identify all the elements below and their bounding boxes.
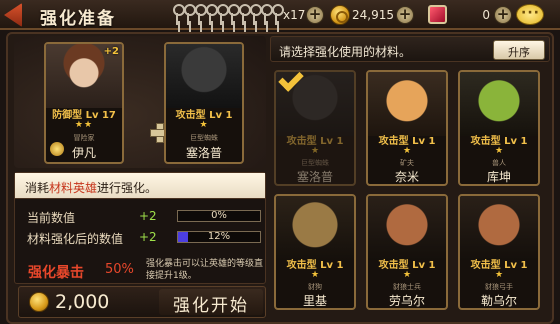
key-icon (249, 4, 262, 26)
keys-count: x17 (283, 8, 306, 22)
material-type: 攻击型 Lv 1 (175, 110, 233, 121)
material-stars: ★ (310, 146, 320, 156)
material-type: 攻击型 Lv 1 (378, 136, 436, 147)
current-value-label: 当前数值 (27, 211, 76, 225)
key-icon (260, 4, 273, 26)
ruby-icon (428, 5, 447, 24)
material-type: 攻击型 Lv 1 (286, 136, 344, 147)
materials-prompt: 请选择强化使用的材料。 (279, 45, 412, 59)
material-stars: ★ (402, 270, 412, 280)
back-arrow-icon[interactable] (4, 3, 22, 27)
material-portrait (276, 196, 354, 260)
add-rubies-button[interactable]: + (494, 6, 512, 24)
chat-icon[interactable] (516, 4, 544, 25)
bottom-bar: 2,000 强化开始 (18, 286, 266, 318)
coin-count: 24,915 (352, 8, 394, 22)
key-icon (216, 4, 229, 26)
material-portrait (368, 72, 446, 136)
material-type: 攻击型 Lv 1 (286, 260, 344, 271)
ruby-count: 0 (482, 8, 490, 22)
current-value-row: 当前数值 +2 (27, 209, 157, 226)
material-name: 库坤 (486, 170, 511, 184)
hero-level-bonus: +2 (103, 46, 119, 57)
crit-label: 强化暴击 (28, 265, 84, 281)
enhance-slots: +2 防御型 Lv 17 ★★ 冒险家 伊凡 攻击型 Lv 1 ★ 巨型蜘蛛 塞… (14, 36, 266, 168)
key-icon (183, 4, 196, 26)
hero-type: 防御型 Lv 17 (52, 110, 116, 121)
material-stars: ★ (310, 270, 320, 280)
crit-description: 强化暴击可以让英雄的等级直接提升1级。 (146, 259, 264, 281)
hint-suffix: 进行强化。 (97, 181, 158, 195)
sort-button[interactable]: 升序 (493, 40, 545, 60)
material-name: 里基 (302, 294, 327, 308)
top-bar: 强化准备 x17 + 24,915 + 0 + (0, 0, 560, 30)
key-icon (205, 4, 218, 26)
hint-prefix: 消耗 (25, 181, 50, 195)
key-icon (227, 4, 240, 26)
material-type: 攻击型 Lv 1 (378, 260, 436, 271)
after-progress-bar: 12% (177, 231, 261, 243)
key-icon (172, 4, 185, 26)
materials-panel: 请选择强化使用的材料。 升序 攻击型 Lv 1 ★ 巨型蜘蛛 塞洛普 攻击型 L… (270, 36, 550, 318)
key-icon (194, 4, 207, 26)
coin-icon (29, 292, 49, 312)
enhance-cost: 2,000 (55, 291, 110, 313)
hero-stars: ★★ (74, 120, 94, 130)
material-class: 矿夫 (400, 159, 414, 167)
page-title: 强化准备 (40, 9, 116, 29)
enhance-hint: 消耗材料英雄进行强化。 (15, 173, 265, 199)
material-card[interactable]: 攻击型 Lv 1 ★ 豺狗 里基 (274, 194, 356, 310)
material-class: 巨型蜘蛛 (301, 159, 329, 167)
add-keys-button[interactable]: + (306, 6, 324, 24)
material-name: 塞洛普 (185, 146, 222, 160)
after-value-label: 材料强化后的数值 (27, 232, 124, 246)
material-card[interactable]: 攻击型 Lv 1 ★ 豺狼弓手 勒乌尔 (458, 194, 540, 310)
after-progress-text: 12% (207, 231, 231, 242)
current-progress-bar: 0% (177, 210, 261, 222)
material-name: 勒乌尔 (480, 294, 517, 308)
add-coins-button[interactable]: + (396, 6, 414, 24)
material-card[interactable]: 攻击型 Lv 1 ★ 兽人 库坤 (458, 70, 540, 186)
material-card[interactable]: 攻击型 Lv 1 ★ 矿夫 奈米 (366, 70, 448, 186)
material-type: 攻击型 Lv 1 (470, 136, 528, 147)
materials-header: 请选择强化使用的材料。 升序 (270, 36, 550, 62)
material-stars: ★ (494, 270, 504, 280)
material-name: 奈米 (394, 170, 419, 184)
after-value-plus: +2 (139, 230, 157, 244)
coin-icon (330, 5, 350, 25)
material-class: 豺狗 (308, 283, 322, 291)
material-class: 巨型蜘蛛 (190, 134, 218, 142)
current-value-plus: +2 (139, 209, 157, 223)
material-name: 劳乌尔 (388, 294, 425, 308)
material-portrait (460, 196, 538, 260)
material-card[interactable]: 攻击型 Lv 1 ★ 豺狼士兵 劳乌尔 (366, 194, 448, 310)
material-portrait (368, 196, 446, 260)
keys-icon-row (172, 4, 284, 26)
after-value-row: 材料强化后的数值 +2 (27, 230, 157, 247)
hero-card[interactable]: +2 防御型 Lv 17 ★★ 冒险家 伊凡 (44, 42, 124, 164)
material-stars: ★ (199, 120, 209, 130)
material-class: 豺狼士兵 (393, 283, 421, 291)
material-stars: ★ (402, 146, 412, 156)
key-icon (238, 4, 251, 26)
material-type: 攻击型 Lv 1 (470, 260, 528, 271)
material-class: 豺狼弓手 (485, 283, 513, 291)
hint-highlight: 材料英雄 (49, 181, 98, 195)
crit-value: 50% (105, 262, 134, 277)
current-progress-text: 0% (211, 210, 227, 221)
material-slot-card[interactable]: 攻击型 Lv 1 ★ 巨型蜘蛛 塞洛普 (164, 42, 244, 164)
material-portrait (460, 72, 538, 136)
key-icon (271, 4, 284, 26)
start-enhance-button[interactable]: 强化开始 (159, 289, 263, 316)
material-stars: ★ (494, 146, 504, 156)
material-portrait (166, 44, 242, 108)
material-class: 兽人 (492, 159, 506, 167)
hero-name: 伊凡 (71, 146, 96, 160)
material-name: 塞洛普 (296, 170, 333, 184)
